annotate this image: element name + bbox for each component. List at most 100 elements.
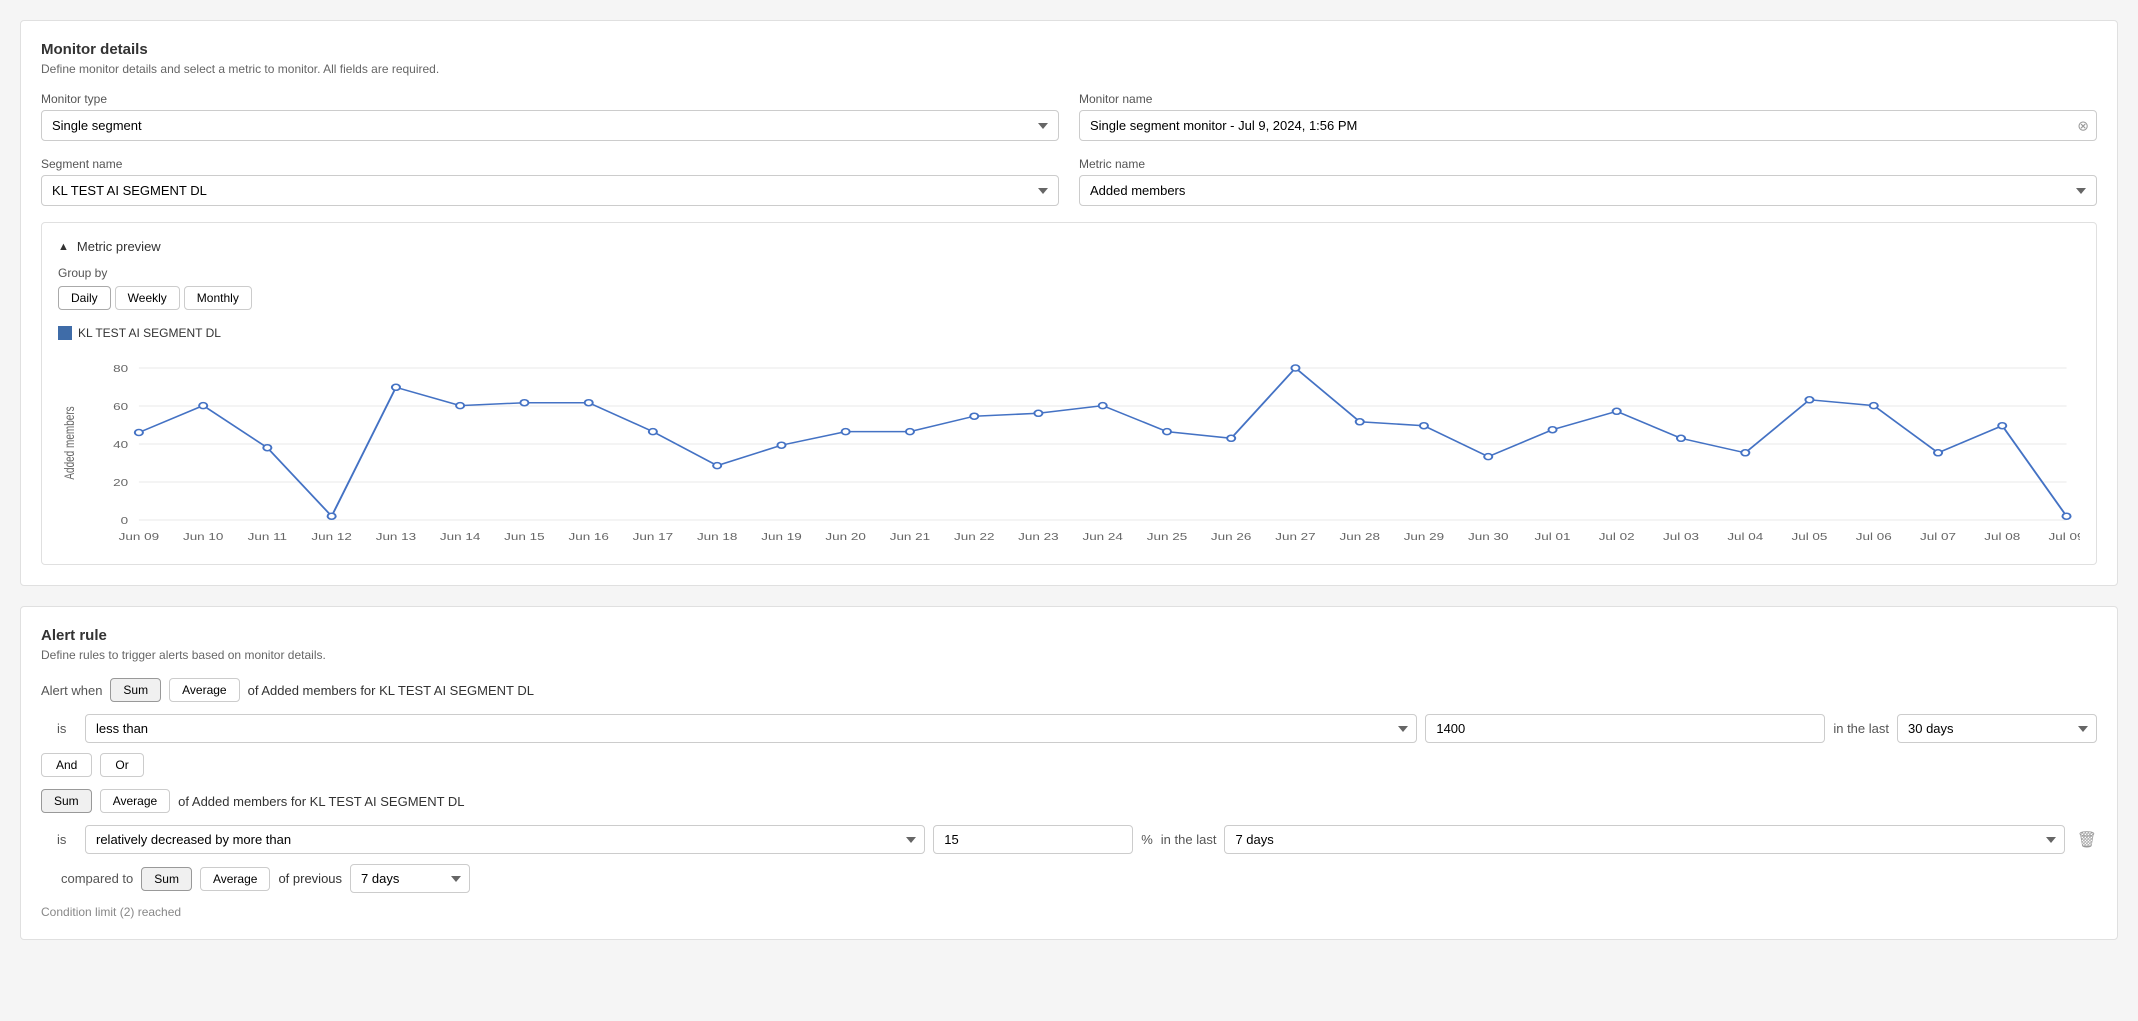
- y-label-0: 0: [121, 515, 129, 527]
- x-label-jul04: Jul 04: [1727, 531, 1763, 543]
- metric-preview-title: Metric preview: [77, 239, 161, 254]
- monitor-name-clear-button[interactable]: ⊗: [2077, 117, 2089, 134]
- monitor-details-section: Monitor details Define monitor details a…: [20, 20, 2118, 586]
- condition1-period-select[interactable]: 30 days: [1897, 714, 2097, 743]
- condition2-average-button[interactable]: Average: [100, 789, 170, 813]
- monitor-details-title: Monitor details: [41, 41, 2097, 58]
- condition2-is-label: is: [57, 832, 77, 847]
- condition2-sum-button[interactable]: Sum: [41, 789, 92, 813]
- chart-point: [520, 400, 528, 406]
- metric-preview-container: ▲ Metric preview Group by Daily Weekly M…: [41, 222, 2097, 565]
- x-label-jun20: Jun 20: [825, 531, 866, 543]
- alert-rule-subtitle: Define rules to trigger alerts based on …: [41, 648, 2097, 662]
- x-label-jun09: Jun 09: [119, 531, 160, 543]
- chart-point: [1677, 435, 1685, 441]
- chart-point: [906, 429, 914, 435]
- metric-name-label: Metric name: [1079, 157, 2097, 171]
- monitor-type-group: Monitor type Single segment: [41, 92, 1059, 141]
- group-by-daily-button[interactable]: Daily: [58, 286, 111, 310]
- condition1-type-select[interactable]: less than: [85, 714, 1417, 743]
- legend-color-swatch: [58, 326, 72, 340]
- chart-legend: KL TEST AI SEGMENT DL: [58, 326, 2080, 340]
- chart-point: [777, 442, 785, 448]
- x-label-jun22: Jun 22: [954, 531, 994, 543]
- chart-point: [328, 513, 336, 519]
- x-label-jul07: Jul 07: [1920, 531, 1956, 543]
- chart-point: [1420, 423, 1428, 429]
- condition2-type-select[interactable]: relatively decreased by more than: [85, 825, 925, 854]
- x-label-jul01: Jul 01: [1535, 531, 1571, 543]
- chart-point: [1484, 454, 1492, 460]
- chart-point: [1099, 403, 1107, 409]
- condition2-threshold-input[interactable]: [933, 825, 1133, 854]
- or-button[interactable]: Or: [100, 753, 143, 777]
- x-label-jul05: Jul 05: [1791, 531, 1827, 543]
- x-label-jul02: Jul 02: [1599, 531, 1635, 543]
- condition2-header-row: Sum Average of Added members for KL TEST…: [41, 789, 2097, 813]
- group-by-weekly-button[interactable]: Weekly: [115, 286, 180, 310]
- group-by-monthly-button[interactable]: Monthly: [184, 286, 252, 310]
- chart-point: [649, 429, 657, 435]
- compared-average-button[interactable]: Average: [200, 867, 270, 891]
- of-previous-label: of previous: [278, 871, 342, 886]
- chart-point: [2062, 513, 2070, 519]
- y-label-40: 40: [113, 439, 128, 451]
- chart-point: [713, 463, 721, 469]
- segment-name-select[interactable]: KL TEST AI SEGMENT DL: [41, 175, 1059, 206]
- alert-average-button[interactable]: Average: [169, 678, 239, 702]
- x-label-jul09: Jul 09: [2049, 531, 2080, 543]
- monitor-name-label: Monitor name: [1079, 92, 2097, 106]
- chart-point: [842, 429, 850, 435]
- monitor-name-input[interactable]: [1079, 110, 2097, 141]
- metric-name-select[interactable]: Added members: [1079, 175, 2097, 206]
- x-label-jun26: Jun 26: [1211, 531, 1252, 543]
- monitor-type-select[interactable]: Single segment: [41, 110, 1059, 141]
- alert-rule-section: Alert rule Define rules to trigger alert…: [20, 606, 2118, 940]
- y-axis-title: Added members: [62, 406, 78, 479]
- chart-point: [970, 413, 978, 419]
- y-label-60: 60: [113, 401, 128, 413]
- x-label-jun24: Jun 24: [1082, 531, 1123, 543]
- chart-point: [1227, 435, 1235, 441]
- x-label-jun17: Jun 17: [633, 531, 673, 543]
- condition2-period-select[interactable]: 7 days: [1224, 825, 2064, 854]
- x-label-jun29: Jun 29: [1404, 531, 1445, 543]
- x-label-jun14: Jun 14: [440, 531, 481, 543]
- chart-point: [1613, 408, 1621, 414]
- x-label-jun27: Jun 27: [1275, 531, 1315, 543]
- x-label-jul06: Jul 06: [1856, 531, 1892, 543]
- chart-point: [1998, 423, 2006, 429]
- condition1-threshold-input[interactable]: [1425, 714, 1825, 743]
- monitor-details-subtitle: Define monitor details and select a metr…: [41, 62, 2097, 76]
- chart-point: [1741, 450, 1749, 456]
- condition2-delete-button[interactable]: 🗑: [2077, 830, 2097, 850]
- segment-name-group: Segment name KL TEST AI SEGMENT DL: [41, 157, 1059, 206]
- percent-label: %: [1141, 832, 1153, 847]
- compared-sum-button[interactable]: Sum: [141, 867, 192, 891]
- alert-rule-title: Alert rule: [41, 627, 2097, 644]
- condition2-in-the-last-label: in the last: [1161, 832, 1217, 847]
- x-label-jun15: Jun 15: [504, 531, 545, 543]
- x-label-jun12: Jun 12: [311, 531, 351, 543]
- x-label-jun23: Jun 23: [1018, 531, 1059, 543]
- alert-when-label: Alert when: [41, 683, 102, 698]
- previous-period-select[interactable]: 7 days: [350, 864, 470, 893]
- condition-limit-text: Condition limit (2) reached: [41, 905, 2097, 919]
- chart-point: [1034, 410, 1042, 416]
- alert-of-label: of Added members for KL TEST AI SEGMENT …: [248, 683, 534, 698]
- monitor-type-label: Monitor type: [41, 92, 1059, 106]
- collapse-icon[interactable]: ▲: [58, 241, 69, 253]
- chart-point: [1356, 419, 1364, 425]
- chart-container: 80 60 40 20 0 Added members: [58, 348, 2080, 548]
- alert-sum-button[interactable]: Sum: [110, 678, 161, 702]
- x-label-jun11: Jun 11: [248, 531, 288, 543]
- chart-point: [1163, 429, 1171, 435]
- x-label-jun25: Jun 25: [1147, 531, 1188, 543]
- y-label-80: 80: [113, 363, 128, 375]
- chart-point: [1870, 403, 1878, 409]
- chart-point: [392, 384, 400, 390]
- chart-point: [1548, 427, 1556, 433]
- x-label-jul03: Jul 03: [1663, 531, 1699, 543]
- condition1-in-the-last-label: in the last: [1833, 721, 1889, 736]
- and-button[interactable]: And: [41, 753, 92, 777]
